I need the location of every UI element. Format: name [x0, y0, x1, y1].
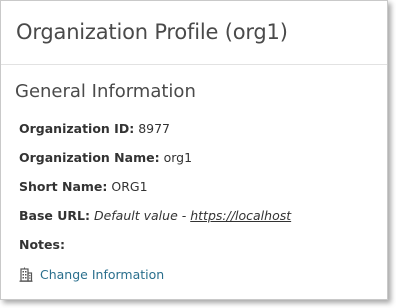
short-name-row: Short Name: ORG1 — [19, 179, 148, 194]
page-title: Organization Profile (org1) — [16, 20, 288, 44]
section-title: General Information — [15, 81, 196, 102]
short-name-label: Short Name: — [19, 179, 108, 194]
organization-profile-panel: Organization Profile (org1) General Info… — [0, 0, 388, 300]
organization-name-label: Organization Name: — [19, 150, 160, 165]
short-name-value: ORG1 — [111, 179, 148, 194]
organization-name-value: org1 — [163, 150, 193, 165]
organization-id-label: Organization ID: — [19, 121, 135, 136]
notes-row: Notes: — [19, 237, 65, 252]
base-url-link[interactable]: https://localhost — [190, 208, 291, 223]
base-url-label: Base URL: — [19, 208, 90, 223]
organization-id-value: 8977 — [138, 121, 170, 136]
change-information-label: Change Information — [40, 266, 165, 282]
change-information-link[interactable]: Change Information — [19, 265, 164, 283]
organization-name-row: Organization Name: org1 — [19, 150, 192, 165]
organization-id-row: Organization ID: 8977 — [19, 121, 170, 136]
divider — [1, 64, 387, 65]
base-url-default-text: Default value - — [93, 208, 191, 223]
notes-label: Notes: — [19, 237, 65, 252]
building-icon — [19, 267, 33, 282]
base-url-row: Base URL: Default value - https://localh… — [19, 208, 291, 223]
